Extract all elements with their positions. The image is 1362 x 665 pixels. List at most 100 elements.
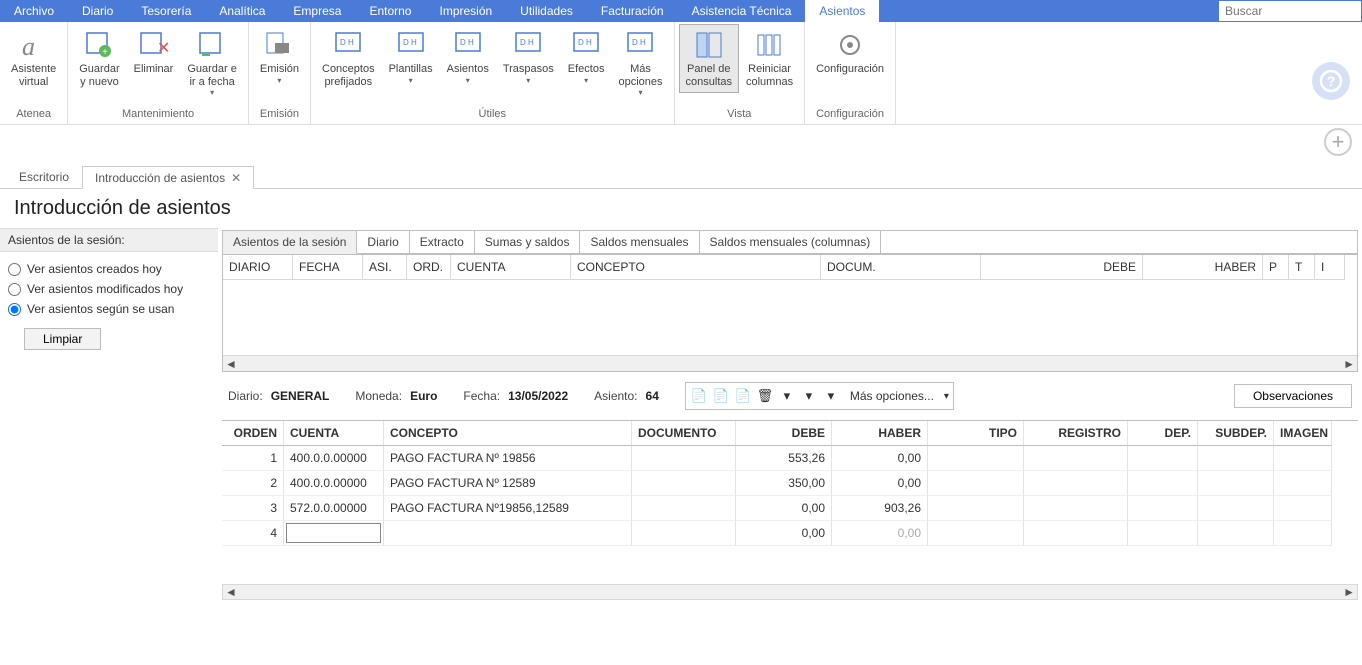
cell[interactable]: 0,00: [832, 471, 928, 496]
scrollbar[interactable]: ◄►: [222, 584, 1358, 600]
col-header[interactable]: I: [1315, 255, 1345, 280]
col-header[interactable]: P: [1263, 255, 1289, 280]
ribbon-asistente-virtual[interactable]: aAsistentevirtual: [4, 24, 63, 93]
tool1-icon[interactable]: ▾: [778, 387, 796, 405]
cell[interactable]: [1198, 521, 1274, 546]
ribbon-plantillas[interactable]: D HPlantillas▾: [382, 24, 440, 90]
help-icon[interactable]: ?: [1312, 62, 1350, 100]
menu-utilidades[interactable]: Utilidades: [506, 0, 587, 22]
col-header[interactable]: ORD.: [407, 255, 451, 280]
menu-entorno[interactable]: Entorno: [355, 0, 425, 22]
menu-analítica[interactable]: Analítica: [205, 0, 279, 22]
ribbon-guardar-nuevo[interactable]: +Guardary nuevo: [72, 24, 126, 93]
col-header[interactable]: DEP.: [1128, 421, 1198, 446]
table-row[interactable]: 3572.0.0.00000PAGO FACTURA Nº19856,12589…: [222, 496, 1358, 521]
table-row[interactable]: 40,000,00: [222, 521, 1358, 546]
menu-tesorería[interactable]: Tesorería: [127, 0, 205, 22]
cell[interactable]: 350,00: [736, 471, 832, 496]
ver-segun-se-usan-radio[interactable]: [8, 303, 21, 316]
cell[interactable]: 4: [222, 521, 284, 546]
col-header[interactable]: REGISTRO: [1024, 421, 1128, 446]
tab-introduccion-asientos[interactable]: Introducción de asientos✕: [82, 166, 254, 189]
ribbon-reiniciar-columnas[interactable]: Reiniciarcolumnas: [739, 24, 800, 93]
cell[interactable]: 553,26: [736, 446, 832, 471]
cell[interactable]: 3: [222, 496, 284, 521]
cell[interactable]: [1128, 471, 1198, 496]
col-header[interactable]: DIARIO: [223, 255, 293, 280]
doc-delete-icon[interactable]: 🗑: [756, 387, 774, 405]
col-header[interactable]: CUENTA: [284, 421, 384, 446]
table-row[interactable]: 1400.0.0.00000PAGO FACTURA Nº 19856553,2…: [222, 446, 1358, 471]
ribbon-conceptos-prefijados[interactable]: D HConceptosprefijados: [315, 24, 382, 93]
ribbon-panel-consultas[interactable]: Panel deconsultas: [679, 24, 739, 93]
col-header[interactable]: SUBDEP.: [1198, 421, 1274, 446]
cell[interactable]: [1128, 521, 1198, 546]
menu-asientos[interactable]: Asientos: [805, 0, 879, 22]
col-header[interactable]: ORDEN: [222, 421, 284, 446]
ribbon-mas-opciones[interactable]: D HMásopciones▾: [611, 24, 669, 102]
tab-escritorio[interactable]: Escritorio: [6, 165, 82, 188]
col-header[interactable]: CUENTA: [451, 255, 571, 280]
col-header[interactable]: HABER: [832, 421, 928, 446]
ver-modificados-hoy[interactable]: Ver asientos modificados hoy: [8, 282, 210, 296]
mas-opciones-button[interactable]: Más opciones...: [844, 389, 940, 403]
tool2-icon[interactable]: ▾: [800, 387, 818, 405]
ribbon-eliminar[interactable]: ✕Eliminar: [127, 24, 181, 81]
table-row[interactable]: 2400.0.0.00000PAGO FACTURA Nº 12589350,0…: [222, 471, 1358, 496]
ver-segun-se-usan[interactable]: Ver asientos según se usan: [8, 302, 210, 316]
col-header[interactable]: DOCUMENTO: [632, 421, 736, 446]
doc-copy-icon[interactable]: 📄: [734, 387, 752, 405]
col-header[interactable]: IMAGEN: [1274, 421, 1332, 446]
close-icon[interactable]: ✕: [231, 171, 241, 185]
inner-tab-0[interactable]: Asientos de la sesión: [223, 231, 357, 254]
doc-add-icon[interactable]: 📄: [690, 387, 708, 405]
ribbon-emision[interactable]: Emisión▾: [253, 24, 306, 90]
cuenta-input[interactable]: [286, 523, 381, 543]
cell[interactable]: 0,00: [736, 521, 832, 546]
cell[interactable]: [1024, 471, 1128, 496]
cell[interactable]: [1274, 496, 1332, 521]
cell[interactable]: PAGO FACTURA Nº 12589: [384, 471, 632, 496]
col-header[interactable]: FECHA: [293, 255, 363, 280]
menu-facturación[interactable]: Facturación: [587, 0, 678, 22]
menu-empresa[interactable]: Empresa: [279, 0, 355, 22]
menu-asistencia técnica[interactable]: Asistencia Técnica: [678, 0, 806, 22]
cell[interactable]: [1198, 471, 1274, 496]
ribbon-traspasos[interactable]: D HTraspasos▾: [496, 24, 561, 90]
cell[interactable]: [632, 496, 736, 521]
scrollbar[interactable]: ◄►: [223, 355, 1357, 371]
col-header[interactable]: DEBE: [981, 255, 1143, 280]
inner-tab-3[interactable]: Sumas y saldos: [475, 231, 581, 254]
cell[interactable]: [1274, 521, 1332, 546]
cell[interactable]: [1198, 496, 1274, 521]
cell[interactable]: [1024, 521, 1128, 546]
tool3-icon[interactable]: ▾: [822, 387, 840, 405]
menu-archivo[interactable]: Archivo: [0, 0, 68, 22]
cell[interactable]: [1274, 471, 1332, 496]
menu-diario[interactable]: Diario: [68, 0, 127, 22]
inner-tab-1[interactable]: Diario: [357, 231, 409, 254]
cell[interactable]: 0,00: [736, 496, 832, 521]
ribbon-guardar-ir-fecha[interactable]: Guardar eir a fecha▾: [180, 24, 244, 102]
cell[interactable]: [632, 521, 736, 546]
cell[interactable]: 2: [222, 471, 284, 496]
ver-creados-hoy-radio[interactable]: [8, 263, 21, 276]
chevron-down-icon[interactable]: ▾: [944, 391, 949, 402]
cell[interactable]: [1274, 446, 1332, 471]
col-header[interactable]: TIPO: [928, 421, 1024, 446]
ver-creados-hoy[interactable]: Ver asientos creados hoy: [8, 262, 210, 276]
cell[interactable]: PAGO FACTURA Nº19856,12589: [384, 496, 632, 521]
cell[interactable]: 0,00: [832, 446, 928, 471]
menu-impresión[interactable]: Impresión: [425, 0, 506, 22]
ribbon-configuracion[interactable]: Configuración: [809, 24, 891, 81]
cell[interactable]: [284, 521, 384, 546]
inner-tab-5[interactable]: Saldos mensuales (columnas): [700, 231, 882, 254]
observaciones-button[interactable]: Observaciones: [1234, 384, 1352, 408]
col-header[interactable]: CONCEPTO: [571, 255, 821, 280]
cell[interactable]: [384, 521, 632, 546]
col-header[interactable]: HABER: [1143, 255, 1263, 280]
inner-tab-4[interactable]: Saldos mensuales: [580, 231, 699, 254]
cell[interactable]: [928, 521, 1024, 546]
cell[interactable]: [1128, 446, 1198, 471]
col-header[interactable]: ASI.: [363, 255, 407, 280]
